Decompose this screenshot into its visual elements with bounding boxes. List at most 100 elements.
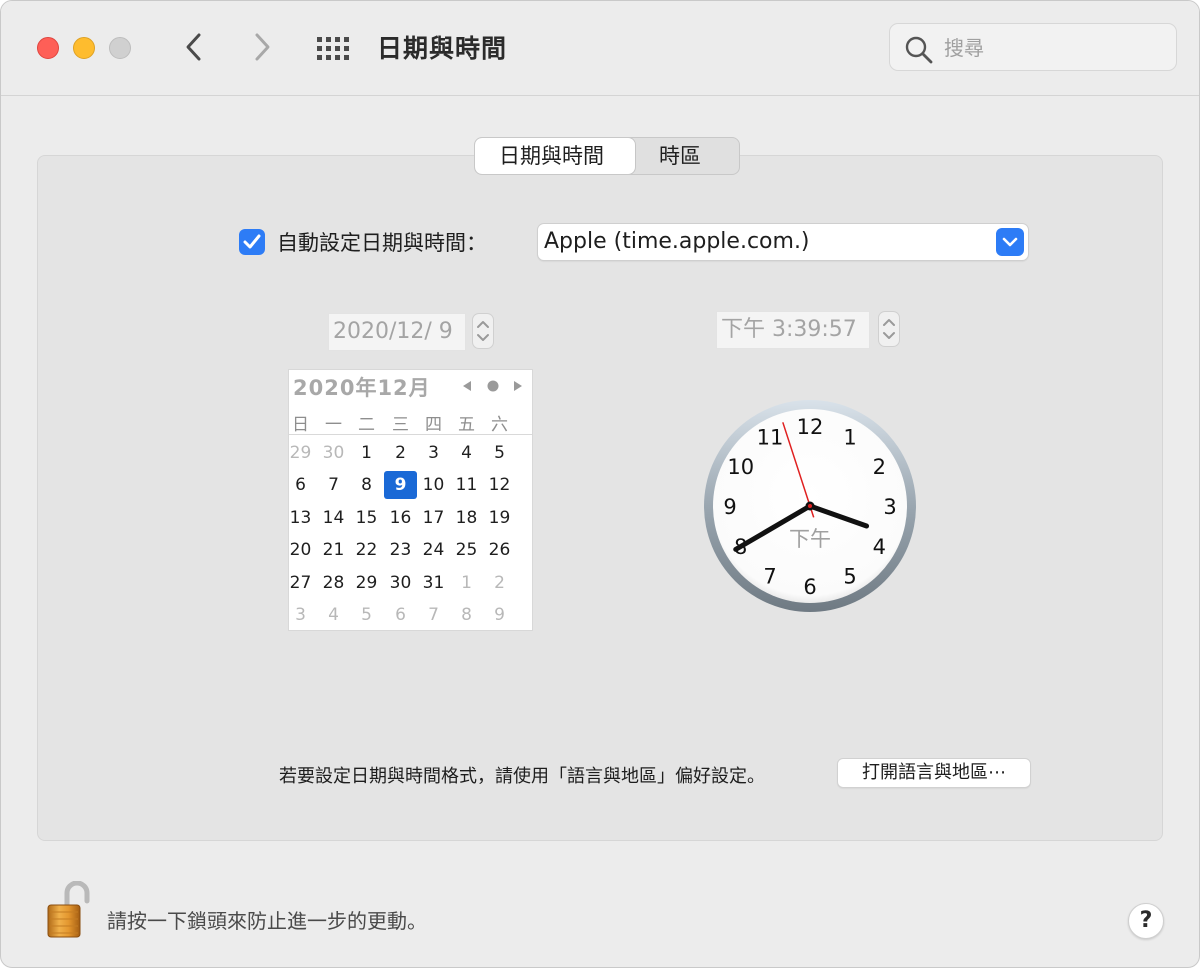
calendar-day[interactable]: 9 — [384, 471, 417, 500]
lock-note: 請按一下鎖頭來防止進一步的更動。 — [107, 909, 427, 933]
weekday-label: 三 — [392, 415, 409, 435]
checkmark-icon — [243, 234, 261, 249]
chevron-left-icon — [186, 33, 201, 61]
clock-number: 12 — [797, 415, 824, 439]
calendar-day[interactable]: 12 — [483, 471, 516, 499]
next-month-icon[interactable] — [511, 379, 525, 393]
calendar-day[interactable]: 20 — [284, 536, 317, 564]
search-input[interactable] — [942, 32, 1166, 64]
calendar-day[interactable]: 26 — [483, 536, 516, 564]
clock-number: 9 — [723, 495, 736, 519]
calendar-day[interactable]: 1 — [450, 569, 483, 597]
calendar-day[interactable]: 29 — [284, 439, 317, 467]
calendar-day[interactable]: 18 — [450, 504, 483, 532]
calendar-day[interactable]: 5 — [350, 601, 383, 629]
preferences-window: 日期與時間 日期與時間 時區 自動設定日期與時間： Apple (time.ap… — [0, 0, 1200, 968]
close-window-button[interactable] — [37, 37, 59, 59]
tab-date-time[interactable]: 日期與時間 — [475, 138, 635, 174]
time-field[interactable]: 下午 3:39:57 — [716, 311, 870, 349]
search-box[interactable] — [889, 23, 1177, 71]
show-all-button[interactable] — [313, 31, 353, 65]
calendar-day[interactable]: 16 — [384, 504, 417, 532]
minimize-window-button[interactable] — [73, 37, 95, 59]
calendar-day[interactable]: 19 — [483, 504, 516, 532]
calendar-day[interactable]: 2 — [483, 569, 516, 597]
calendar-day[interactable]: 2 — [384, 439, 417, 467]
calendar-day[interactable]: 11 — [450, 471, 483, 499]
dropdown-arrow-button[interactable] — [996, 228, 1024, 256]
previous-month-icon[interactable] — [460, 379, 474, 393]
clock-number: 7 — [763, 564, 776, 588]
forward-button[interactable] — [245, 29, 277, 65]
stepper-arrows-icon — [477, 321, 489, 341]
weekday-label: 二 — [358, 415, 375, 435]
calendar-weekday-header: 日一二三四五六 — [289, 410, 532, 435]
calendar-day[interactable]: 1 — [350, 439, 383, 467]
date-stepper[interactable] — [472, 313, 494, 349]
calendar-day[interactable]: 8 — [450, 601, 483, 629]
calendar-day[interactable]: 30 — [384, 569, 417, 597]
calendar-day[interactable]: 17 — [417, 504, 450, 532]
calendar-day[interactable]: 25 — [450, 536, 483, 564]
search-icon — [905, 36, 933, 64]
calendar-day[interactable]: 7 — [317, 471, 350, 499]
clock-period-label: 下午 — [789, 527, 831, 551]
clock-number: 10 — [727, 455, 754, 479]
date-field[interactable]: 2020/12/ 9 — [328, 313, 466, 351]
calendar-day[interactable]: 5 — [483, 439, 516, 467]
zoom-window-button[interactable] — [109, 37, 131, 59]
calendar-month-title: 2020年12月 — [293, 376, 431, 400]
weekday-label: 六 — [491, 415, 508, 435]
title-bar: 日期與時間 — [1, 1, 1199, 96]
calendar-day[interactable]: 14 — [317, 504, 350, 532]
window-title: 日期與時間 — [377, 34, 508, 63]
calendar-day[interactable]: 31 — [417, 569, 450, 597]
lock-open-icon[interactable] — [45, 881, 91, 939]
calendar-day[interactable]: 23 — [384, 536, 417, 564]
calendar-day[interactable]: 10 — [417, 471, 450, 499]
time-stepper[interactable] — [878, 311, 900, 347]
auto-set-label: 自動設定日期與時間： — [277, 231, 487, 255]
weekday-label: 四 — [425, 415, 442, 435]
calendar-widget: 2020年12月 日一二三四五六 29 30 1 2 3 4 5 6 7 8 9 10 11 12 13 14… — [288, 369, 533, 631]
calendar-day[interactable]: 30 — [317, 439, 350, 467]
calendar-day[interactable]: 6 — [384, 601, 417, 629]
tab-bar: 日期與時間 時區 — [474, 137, 740, 175]
time-server-select[interactable]: Apple (time.apple.com.) — [537, 223, 1029, 261]
weekday-label: 五 — [458, 415, 475, 435]
auto-set-checkbox[interactable] — [239, 229, 265, 255]
clock-number: 11 — [757, 426, 784, 450]
calendar-day[interactable]: 4 — [450, 439, 483, 467]
chevron-right-icon — [255, 33, 270, 61]
calendar-day[interactable]: 21 — [317, 536, 350, 564]
grid-icon — [317, 37, 349, 60]
clock-center-dot — [808, 504, 812, 508]
calendar-day[interactable]: 3 — [417, 439, 450, 467]
time-server-value: Apple (time.apple.com.) — [544, 229, 810, 254]
calendar-day[interactable]: 27 — [284, 569, 317, 597]
calendar-day[interactable]: 15 — [350, 504, 383, 532]
calendar-day[interactable]: 4 — [317, 601, 350, 629]
clock-number: 6 — [803, 575, 816, 599]
calendar-day[interactable]: 24 — [417, 536, 450, 564]
calendar-day[interactable]: 28 — [317, 569, 350, 597]
tab-time-zone[interactable]: 時區 — [635, 138, 739, 174]
today-dot-icon[interactable] — [486, 379, 500, 393]
back-button[interactable] — [179, 29, 211, 65]
calendar-day[interactable]: 13 — [284, 504, 317, 532]
calendar-day[interactable]: 3 — [284, 601, 317, 629]
calendar-day[interactable]: 6 — [284, 471, 317, 499]
calendar-day[interactable]: 8 — [350, 471, 383, 499]
calendar-day[interactable]: 9 — [483, 601, 516, 629]
calendar-day[interactable]: 7 — [417, 601, 450, 629]
clock-number: 1 — [843, 426, 856, 450]
help-button[interactable]: ? — [1128, 903, 1164, 939]
weekday-label: 日 — [292, 415, 309, 435]
weekday-label: 一 — [325, 415, 342, 435]
open-language-region-button[interactable]: 打開語言與地區⋯ — [837, 758, 1031, 788]
calendar-day[interactable]: 29 — [350, 569, 383, 597]
format-note: 若要設定日期與時間格式，請使用「語言與地區」偏好設定。 — [279, 766, 765, 787]
clock-number: 5 — [843, 564, 856, 588]
calendar-day[interactable]: 22 — [350, 536, 383, 564]
clock-number: 3 — [883, 495, 896, 519]
